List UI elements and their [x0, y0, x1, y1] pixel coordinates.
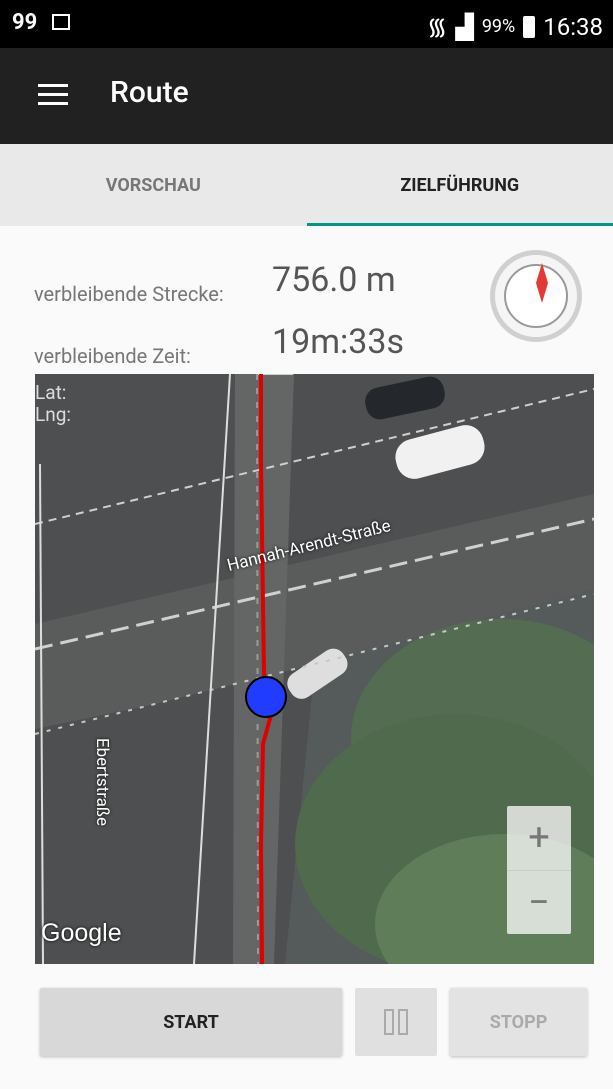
clock: 16:38 — [543, 12, 603, 41]
remaining-time-value: 19m:33s — [272, 322, 405, 362]
google-attribution: Google — [41, 919, 122, 947]
tab-zielfuehrung[interactable]: ZIELFÜHRUNG — [306, 144, 613, 226]
latitude-label: Lat: — [35, 381, 67, 404]
status-bar: 99 ᯾ ▟ 99% 16:38 — [0, 0, 613, 48]
longitude-label: Lng: — [35, 403, 71, 426]
notification-label: 99 — [12, 10, 38, 35]
page-title: Route — [110, 75, 189, 110]
gallery-notification-icon — [52, 14, 70, 30]
menu-icon[interactable] — [38, 84, 70, 106]
status-indicators: ᯾ ▟ 99% 16:38 — [427, 10, 603, 43]
remaining-distance-label: verbleibende Strecke: — [34, 282, 224, 306]
battery-percent: 99% — [481, 16, 516, 37]
wifi-icon: ᯾ — [426, 13, 448, 41]
start-button[interactable]: START — [40, 988, 342, 1056]
map-zoom-controls: + − — [507, 806, 571, 934]
stop-button[interactable]: STOPP — [450, 988, 587, 1056]
route-map[interactable]: Lat: Lng: Hannah-Arendt-Straße Ebertstra… — [35, 374, 594, 964]
pause-icon — [384, 1009, 394, 1035]
pause-icon-bar — [398, 1009, 408, 1035]
remaining-distance-row: verbleibende Strecke: 756.0 m — [34, 260, 504, 322]
coordinate-readout: Lat: Lng: — [35, 382, 71, 426]
compass-icon — [490, 250, 582, 342]
tab-vorschau[interactable]: VORSCHAU — [0, 144, 307, 226]
app-toolbar: Route — [0, 48, 613, 144]
route-info-panel: verbleibende Strecke: 756.0 m verbleiben… — [34, 260, 504, 384]
pause-button[interactable] — [355, 988, 437, 1056]
zoom-out-button[interactable]: − — [507, 870, 571, 935]
signal-icon: ▟ — [455, 12, 474, 41]
battery-icon — [523, 15, 536, 38]
remaining-time-label: verbleibende Zeit: — [34, 344, 191, 368]
street-label-ebert: Ebertstraße — [92, 737, 113, 827]
remaining-distance-value: 756.0 m — [272, 260, 396, 300]
tab-bar: VORSCHAU ZIELFÜHRUNG — [0, 144, 613, 226]
zoom-in-button[interactable]: + — [507, 806, 571, 870]
